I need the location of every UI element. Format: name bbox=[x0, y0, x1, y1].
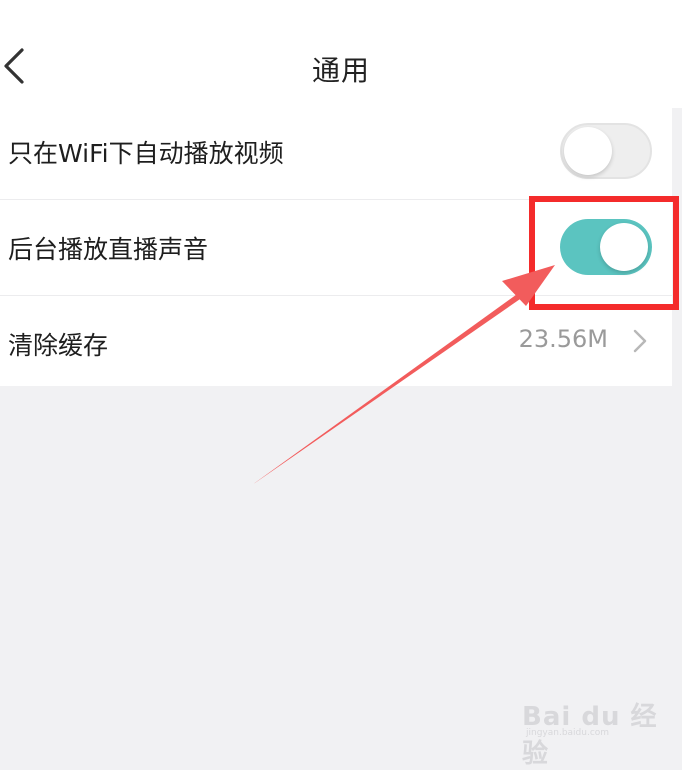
setting-row-clear-cache[interactable]: 清除缓存 23.56M bbox=[0, 296, 672, 386]
baidu-jingyan-watermark: Bai du 经验 jingyan.baidu.com bbox=[522, 680, 672, 769]
clear-cache-label: 清除缓存 bbox=[8, 331, 109, 360]
chevron-right-icon bbox=[632, 328, 648, 354]
cache-size-value: 23.56M bbox=[518, 325, 608, 353]
watermark-logo: Bai du 经验 bbox=[522, 702, 658, 769]
page-title: 通用 bbox=[311, 54, 370, 87]
navigation-header: 通用 bbox=[0, 20, 682, 108]
status-bar bbox=[0, 0, 682, 20]
setting-row-wifi-autoplay: 只在WiFi下自动播放视频 bbox=[0, 104, 672, 200]
background-audio-label: 后台播放直播声音 bbox=[8, 235, 209, 264]
wifi-autoplay-label: 只在WiFi下自动播放视频 bbox=[8, 139, 284, 168]
toggle-knob bbox=[600, 223, 648, 271]
wifi-autoplay-toggle[interactable] bbox=[560, 123, 652, 179]
watermark-url: jingyan.baidu.com bbox=[526, 728, 610, 738]
settings-list: 只在WiFi下自动播放视频 后台播放直播声音 清除缓存 23.56M bbox=[0, 104, 672, 386]
toggle-knob bbox=[564, 127, 612, 175]
setting-row-background-audio: 后台播放直播声音 bbox=[0, 200, 672, 296]
background-audio-toggle[interactable] bbox=[560, 219, 652, 275]
